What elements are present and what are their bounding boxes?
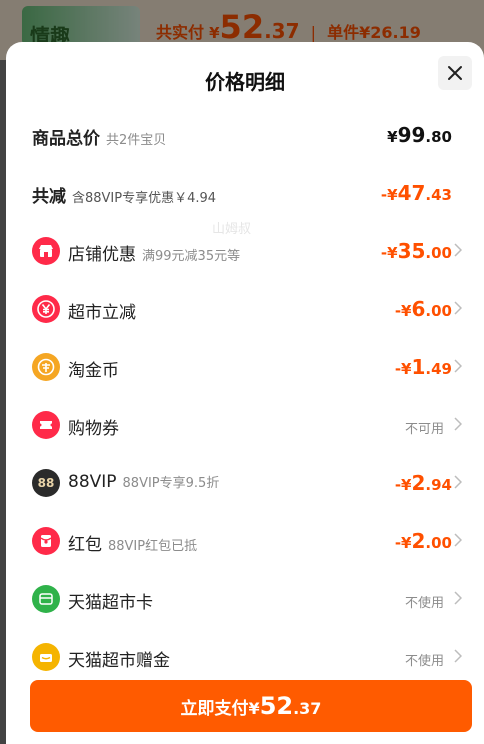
total-discount-row: 共减 含88VIP专享优惠￥4.94 -¥47.43 <box>6 172 484 216</box>
discount-row-shopping-voucher[interactable]: 购物券 不可用 <box>6 404 484 448</box>
discount-label: 红包 <box>68 535 102 555</box>
discount-label: 天猫超市卡 <box>68 593 153 613</box>
discount-row-gift-money[interactable]: 天猫超市赠金 不使用 <box>6 636 484 680</box>
discount-status: 不使用 <box>404 596 444 611</box>
price-detail-sheet: 价格明细 山姆叔 商品总价 共2件宝贝 ¥99.80 共减 含88VIP专享优惠￥4… <box>6 42 484 744</box>
chevron-right-icon <box>454 475 462 489</box>
chevron-right-icon <box>454 533 462 547</box>
discount-row-shop[interactable]: 店铺优惠 满99元减35元等 -¥35.00 <box>6 230 484 274</box>
chevron-right-icon <box>454 417 462 431</box>
chevron-right-icon <box>454 359 462 373</box>
gold-coin-icon <box>32 353 60 381</box>
red-packet-icon <box>32 527 60 555</box>
chevron-right-icon <box>454 591 462 605</box>
chevron-right-icon <box>454 649 462 663</box>
sheet-title: 价格明细 <box>205 70 285 94</box>
chevron-right-icon <box>454 301 462 315</box>
goods-total-amount: ¥99.80 <box>387 123 452 147</box>
pay-now-button[interactable]: 立即支付¥52.37 <box>30 680 472 732</box>
discount-status: 不使用 <box>404 654 444 669</box>
ticket-icon <box>32 411 60 439</box>
discount-row-88vip[interactable]: 88 88VIP 88VIP专享9.5折 -¥2.94 <box>6 462 484 506</box>
supermarket-card-icon <box>32 585 60 613</box>
vip88-icon: 88 <box>32 469 60 497</box>
discount-amount: -¥6.00 <box>394 297 452 321</box>
total-discount-amount: -¥47.43 <box>380 181 452 205</box>
chevron-right-icon <box>454 243 462 257</box>
discount-row-gold-coin[interactable]: 淘金币 -¥1.49 <box>6 346 484 390</box>
discount-label: 88VIP <box>68 472 117 492</box>
coupon-yen-icon <box>32 295 60 323</box>
discount-label: 购物券 <box>68 419 119 439</box>
goods-total-label: 商品总价 共2件宝贝 <box>32 129 167 149</box>
pay-now-currency: ¥ <box>248 699 260 718</box>
close-button[interactable] <box>438 56 472 90</box>
pay-now-label: 立即支付 <box>180 699 249 719</box>
discount-label: 店铺优惠 <box>68 245 136 265</box>
pay-now-dec: .37 <box>293 699 322 718</box>
discount-amount: -¥2.00 <box>394 529 452 553</box>
discount-note: 88VIP红包已抵 <box>108 539 198 554</box>
discount-label: 超市立减 <box>68 303 136 323</box>
pay-now-int: 52 <box>259 692 294 720</box>
shop-icon <box>32 237 60 265</box>
goods-count: 共2件宝贝 <box>106 133 167 148</box>
discount-note: 88VIP专享9.5折 <box>122 476 220 491</box>
discount-amount: -¥1.49 <box>394 355 452 379</box>
discount-row-red-packet[interactable]: 红包 88VIP红包已抵 -¥2.00 <box>6 520 484 564</box>
discount-amount: -¥35.00 <box>380 239 452 263</box>
total-discount-label: 共减 含88VIP专享优惠￥4.94 <box>32 187 217 207</box>
discount-note: 满99元减35元等 <box>142 249 241 264</box>
discount-row-supermarket-card[interactable]: 天猫超市卡 不使用 <box>6 578 484 622</box>
discount-amount: -¥2.94 <box>394 471 452 495</box>
total-discount-note: 含88VIP专享优惠￥4.94 <box>72 191 217 206</box>
gift-money-icon <box>32 643 60 671</box>
discount-status: 不可用 <box>404 422 444 437</box>
discount-label: 天猫超市赠金 <box>68 651 170 671</box>
close-icon <box>448 66 462 80</box>
discount-label: 淘金币 <box>68 361 119 381</box>
goods-total-row: 商品总价 共2件宝贝 ¥99.80 <box>6 114 484 158</box>
discount-row-supermarket[interactable]: 超市立减 -¥6.00 <box>6 288 484 332</box>
